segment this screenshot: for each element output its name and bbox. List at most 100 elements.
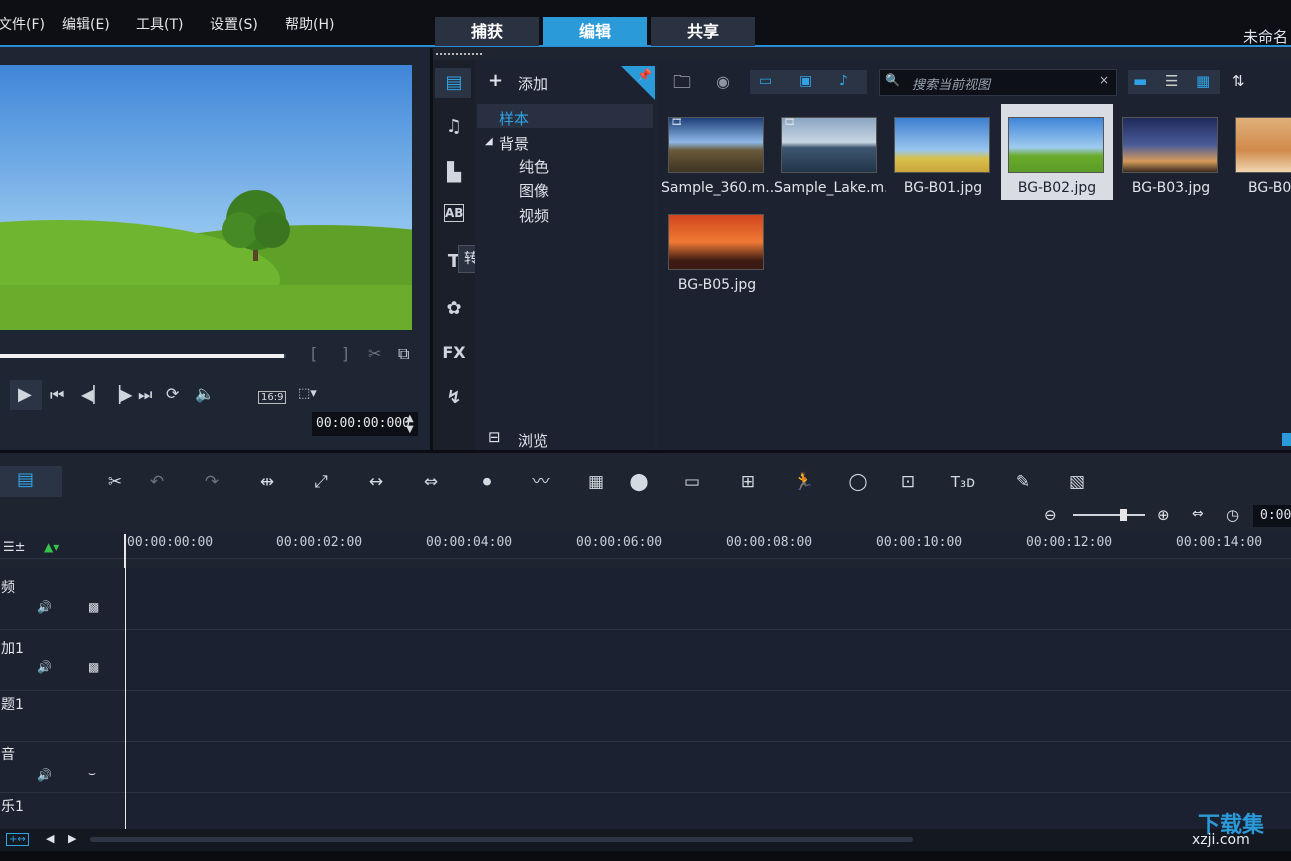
track-lane-voice[interactable] xyxy=(126,742,1291,793)
sort-icon[interactable]: ⇅ xyxy=(1232,72,1245,90)
mute-icon[interactable]: 🔊 xyxy=(37,600,52,614)
track-header-video[interactable] xyxy=(0,568,125,630)
view-thumb-icon[interactable]: ▦ xyxy=(1196,72,1210,90)
audio-wave-icon[interactable]: 〰 xyxy=(526,470,556,494)
mark-in-icon[interactable]: [ xyxy=(311,344,317,363)
scroll-right-icon[interactable]: ▶ xyxy=(68,832,76,845)
media-item[interactable]: BG-B01.jpg xyxy=(887,104,999,200)
media-item[interactable]: BG-B05.jpg xyxy=(661,201,773,297)
collapse-icon[interactable]: ⌣ xyxy=(88,766,96,781)
multicam-icon[interactable]: ▦ xyxy=(581,470,611,494)
timecode-stepper-icon[interactable]: ▲ ▼ xyxy=(406,413,414,435)
go-end-icon[interactable]: ⏭ xyxy=(138,385,152,405)
tab-share[interactable]: 共享 xyxy=(651,17,755,46)
fx-icon[interactable]: FX xyxy=(440,340,468,366)
drag-handle[interactable] xyxy=(436,53,482,59)
mute-icon[interactable]: 🔊 xyxy=(37,768,52,782)
track-lane-overlay[interactable] xyxy=(126,630,1291,691)
track-header-voice[interactable] xyxy=(0,742,125,793)
zoom-out-icon[interactable]: ⊖ xyxy=(1044,506,1057,524)
360-icon[interactable]: ◉ xyxy=(716,72,730,91)
aspect-ratio-button[interactable]: 16:9 xyxy=(258,391,287,404)
title-track-icon[interactable]: ▭ xyxy=(677,470,707,494)
view-large-icon[interactable]: ▬ xyxy=(1133,72,1147,90)
browse-icon[interactable]: ⊟ xyxy=(488,428,501,446)
media-item[interactable]: 🎞 Sample_360.m... xyxy=(661,104,773,200)
track-lane-title[interactable] xyxy=(126,691,1291,742)
fit-timeline-icon[interactable]: ⇔ xyxy=(1192,506,1204,522)
tree-expand-icon[interactable]: ◢ xyxy=(485,136,493,147)
track-lane-video[interactable] xyxy=(126,568,1291,630)
track-lane-music[interactable] xyxy=(126,793,1291,830)
3d-title-icon[interactable]: T₃ᴅ xyxy=(948,470,978,494)
menu-settings[interactable]: 设置(S) xyxy=(210,14,258,34)
next-frame-icon[interactable]: ▕▶ xyxy=(108,385,133,404)
crop-icon[interactable]: ⬚▾ xyxy=(298,386,317,401)
timecode-field[interactable]: 00:00:00:000 xyxy=(312,412,418,436)
audio-icon[interactable]: ♫ xyxy=(440,114,468,140)
instant-project-icon[interactable]: ▙ xyxy=(440,160,468,186)
zoom-fit-icon[interactable]: +↔ xyxy=(6,833,29,846)
preview-video[interactable] xyxy=(0,65,412,330)
media-item[interactable]: 🎞 Sample_Lake.m... xyxy=(774,104,886,200)
filter-video-icon[interactable]: ▭ xyxy=(759,73,772,89)
mask-icon[interactable]: ◯ xyxy=(843,470,873,494)
split-icon[interactable]: ↔ xyxy=(361,470,391,494)
screen-record-icon[interactable]: ▧ xyxy=(1062,470,1092,494)
tab-edit[interactable]: 编辑 xyxy=(543,17,647,46)
add-icon[interactable]: + xyxy=(488,70,503,91)
menu-tools[interactable]: 工具(T) xyxy=(136,14,183,34)
blend-icon[interactable]: ⬤ xyxy=(624,470,654,494)
ripple-toggle-icon[interactable]: ▩ xyxy=(88,660,99,674)
split-screen-icon[interactable]: ⊞ xyxy=(733,470,763,494)
horizontal-scrollbar[interactable] xyxy=(90,837,913,842)
tree-item-image[interactable]: 图像 xyxy=(519,180,549,201)
move-icon[interactable]: ⇔ xyxy=(416,470,446,494)
track-manager-icon[interactable]: ☰± xyxy=(3,540,26,555)
volume-icon[interactable]: 🔈 xyxy=(195,384,215,403)
filter-audio-icon[interactable]: ♪ xyxy=(839,73,848,89)
add-folder-icon[interactable]: 🗀 xyxy=(673,70,691,100)
motion-icon[interactable]: 🏃 xyxy=(789,470,819,494)
media-item-selected[interactable]: BG-B02.jpg xyxy=(1001,104,1113,200)
mark-out-icon[interactable]: ] xyxy=(342,344,348,363)
fit-icon[interactable]: ⤢ xyxy=(306,470,336,494)
tree-item-background[interactable]: 背景 xyxy=(499,133,529,154)
menu-help[interactable]: 帮助(H) xyxy=(285,14,334,34)
add-track-icon[interactable]: ▲▾ xyxy=(44,540,59,554)
zoom-slider[interactable] xyxy=(1073,514,1145,516)
clock-icon[interactable]: ◷ xyxy=(1226,506,1239,524)
scissors-icon[interactable]: ✂ xyxy=(368,344,381,363)
tree-item-sample[interactable]: 样本 xyxy=(499,108,529,129)
zoom-slider-handle[interactable] xyxy=(1120,509,1127,521)
tools-icon[interactable]: ✂ xyxy=(100,470,130,494)
undo-icon[interactable]: ↶ xyxy=(142,470,172,494)
path-icon[interactable]: ↯ xyxy=(440,385,468,411)
ripple-toggle-icon[interactable]: ▩ xyxy=(88,600,99,614)
enlarge-preview-icon[interactable]: ⧉ xyxy=(398,344,409,364)
track-motion-icon[interactable]: ⊡ xyxy=(893,470,923,494)
redo-icon[interactable]: ↷ xyxy=(197,470,227,494)
graphics-icon[interactable]: ✿ xyxy=(440,296,468,322)
menu-file[interactable]: 文件(F) xyxy=(0,14,45,34)
tab-capture[interactable]: 捕获 xyxy=(435,17,539,46)
tree-item-video[interactable]: 视频 xyxy=(519,205,549,226)
transition-icon[interactable]: AB xyxy=(444,204,464,222)
view-list-icon[interactable]: ☰ xyxy=(1165,72,1178,90)
prev-frame-icon[interactable]: ◀▏ xyxy=(81,385,106,404)
repeat-icon[interactable]: ⟳ xyxy=(166,384,179,403)
clear-search-icon[interactable]: × xyxy=(1099,73,1109,87)
browse-button[interactable]: 浏览 xyxy=(518,430,548,451)
tree-item-color[interactable]: 纯色 xyxy=(519,156,549,177)
media-item[interactable]: BG-B03.jpg xyxy=(1115,104,1227,200)
scroll-left-icon[interactable]: ◀ xyxy=(46,832,54,845)
zoom-in-icon[interactable]: ⊕ xyxy=(1157,506,1170,524)
go-start-icon[interactable]: ⏮ xyxy=(50,385,64,405)
filter-photo-icon[interactable]: ▣ xyxy=(799,73,812,89)
media-item[interactable]: BG-B04 xyxy=(1228,104,1291,200)
mute-icon[interactable]: 🔊 xyxy=(37,660,52,674)
record-icon[interactable]: ⏺ xyxy=(472,470,502,494)
resize-handle[interactable] xyxy=(1282,433,1291,446)
menu-edit[interactable]: 编辑(E) xyxy=(62,14,110,34)
ripple-icon[interactable]: ⇹ xyxy=(252,470,282,494)
